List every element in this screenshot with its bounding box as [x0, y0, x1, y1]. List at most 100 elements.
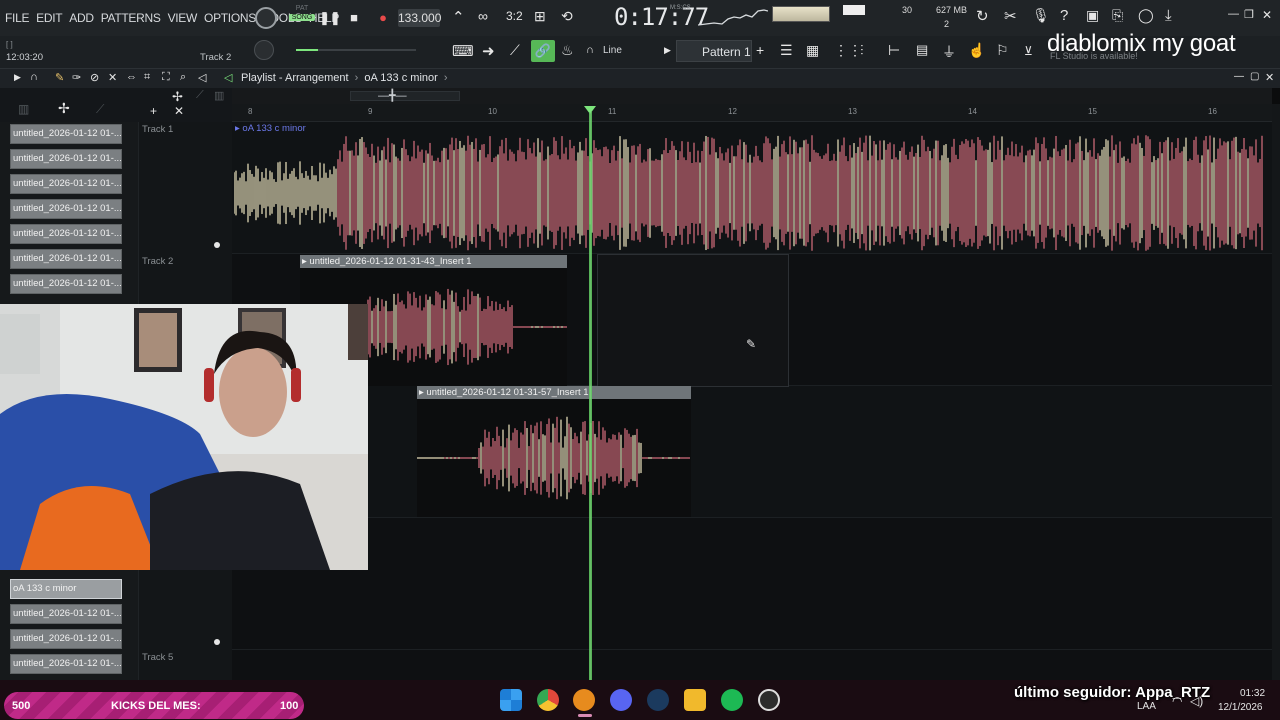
language-indicator[interactable]: LAA: [1137, 701, 1156, 712]
select-tool-icon[interactable]: ⛶: [162, 71, 170, 84]
save-icon[interactable]: ▣: [1086, 7, 1099, 24]
track-label-5[interactable]: Track 5: [142, 652, 173, 663]
playlist-menu-arrow-icon[interactable]: ▶: [14, 72, 21, 83]
stop-button[interactable]: ■: [346, 10, 362, 25]
stamp-icon[interactable]: ♨: [561, 42, 574, 59]
picker-item[interactable]: untitled_2026-01-12 01-...: [10, 199, 122, 219]
picker-item[interactable]: untitled_2026-01-12 01-...: [10, 224, 122, 244]
menu-options[interactable]: OPTIONS: [204, 11, 256, 25]
picker-item[interactable]: untitled_2026-01-12 01-...: [10, 604, 122, 624]
playlist-icon[interactable]: ☰: [780, 42, 793, 59]
track-mute-dot[interactable]: [214, 639, 220, 645]
plugin-icon[interactable]: ⏚: [942, 42, 956, 62]
breadcrumb-pattern[interactable]: oA 133 c minor: [364, 72, 437, 84]
menu-file[interactable]: FILE: [5, 11, 29, 25]
browser-tree-icon[interactable]: ⊢: [888, 42, 900, 59]
metronome-icon[interactable]: ⌃: [452, 8, 465, 26]
clip-header-insert2[interactable]: ▸ untitled_2026-01-12 01-31-57_Insert 1: [417, 386, 691, 399]
picker-item[interactable]: untitled_2026-01-12 01-...: [10, 274, 122, 294]
clip-header-main[interactable]: ▸ oA 133 c minor: [235, 123, 306, 134]
play-arrangement-icon[interactable]: ◁: [224, 71, 232, 84]
picker-item[interactable]: untitled_2026-01-12 01-...: [10, 249, 122, 269]
track-row-3[interactable]: [232, 386, 1272, 518]
delete-tool-icon[interactable]: ⊘: [90, 71, 99, 84]
menu-patterns[interactable]: PATTERNS: [101, 11, 161, 25]
chrome-icon[interactable]: [537, 689, 559, 711]
menu-edit[interactable]: EDIT: [36, 11, 62, 25]
clock-time[interactable]: 01:32: [1240, 688, 1265, 699]
picker-item[interactable]: untitled_2026-01-12 01-...: [10, 174, 122, 194]
pattern-mode-icon[interactable]: ▥: [18, 102, 29, 116]
close-icon[interactable]: ✕: [1262, 8, 1272, 22]
minimize-icon[interactable]: —: [1228, 8, 1239, 20]
mixer-icon[interactable]: ⋮⋮: [834, 42, 862, 59]
edit-curve-icon[interactable]: ⟋: [510, 42, 520, 59]
picker-item[interactable]: untitled_2026-01-12 01-...: [10, 124, 122, 144]
vertical-scroll-bar[interactable]: [1272, 104, 1280, 680]
track-label-1[interactable]: Track 1: [142, 124, 173, 135]
audio-clip-main[interactable]: [234, 134, 1264, 252]
step-edit-icon[interactable]: ⊞: [534, 8, 546, 25]
master-pitch-slider[interactable]: [296, 49, 416, 51]
playlist-close-icon[interactable]: ✕: [1265, 71, 1274, 84]
picker-item[interactable]: untitled_2026-01-12 01-...: [10, 629, 122, 649]
piano-roll-icon[interactable]: ⌨: [452, 42, 474, 60]
undo-icon[interactable]: ↻: [976, 7, 989, 25]
pat-song-toggle[interactable]: PAT SONG: [289, 5, 315, 31]
slice-tool-icon[interactable]: ⌗: [144, 71, 150, 84]
playlist-minimize-icon[interactable]: —: [1234, 71, 1244, 82]
wifi-icon[interactable]: ◠: [1172, 694, 1182, 708]
obs-icon[interactable]: [758, 689, 780, 711]
song-time[interactable]: 0:17:77: [614, 3, 709, 31]
snap-magnet-icon[interactable]: ∩: [30, 71, 38, 83]
playlist-maximize-icon[interactable]: ▢: [1250, 71, 1259, 82]
download-icon[interactable]: ⤓: [1165, 7, 1172, 24]
restore-icon[interactable]: ❐: [1244, 8, 1254, 21]
touch-icon[interactable]: ☝: [968, 42, 985, 59]
slip-tool-icon[interactable]: ⇔: [126, 71, 137, 83]
file-explorer-icon[interactable]: [684, 689, 706, 711]
play-pattern-icon[interactable]: ▶: [664, 45, 671, 56]
loop-record-icon[interactable]: ⟲: [561, 8, 573, 25]
track-edit-icon[interactable]: ⟋: [196, 89, 204, 102]
clip-header-insert1[interactable]: ▸ untitled_2026-01-12 01-31-43_Insert 1: [300, 255, 567, 268]
arrow-icon[interactable]: ➜: [482, 42, 495, 60]
zoom-tool-icon[interactable]: ⌕: [180, 71, 186, 84]
sliders-icon[interactable]: ⫶: [860, 42, 864, 59]
master-volume-knob[interactable]: [255, 7, 277, 29]
track-move-icon[interactable]: ✢: [172, 89, 183, 105]
draw-tool-icon[interactable]: ✎: [55, 71, 64, 84]
audio-mode-icon[interactable]: ✢: [58, 100, 70, 117]
tempo-display[interactable]: 133.000: [398, 9, 441, 27]
cut-icon[interactable]: ✂: [1004, 7, 1017, 25]
countdown-icon[interactable]: 3:2: [506, 9, 523, 23]
menu-view[interactable]: VIEW: [168, 11, 198, 25]
horizontal-scroll-bar[interactable]: —╋—: [232, 88, 1272, 104]
macro-icon[interactable]: ⚐: [996, 42, 1009, 59]
windows-start-icon[interactable]: [500, 689, 522, 711]
render-icon[interactable]: ⎘: [1112, 7, 1123, 24]
document-icon[interactable]: ▤: [916, 42, 928, 58]
help-icon[interactable]: ?: [1060, 7, 1068, 24]
steam-icon[interactable]: [647, 689, 669, 711]
timeline-ruler[interactable]: [232, 104, 1272, 122]
record-button[interactable]: ●: [376, 10, 390, 25]
chat-icon[interactable]: ◯: [1138, 7, 1154, 24]
volume-icon[interactable]: ◁): [1190, 694, 1203, 708]
fl-studio-icon[interactable]: [573, 689, 595, 711]
snap-select[interactable]: Line: [603, 45, 622, 56]
wait-input-icon[interactable]: ∞: [478, 8, 488, 24]
picker-item[interactable]: untitled_2026-01-12 01-...: [10, 149, 122, 169]
remove-track-icon[interactable]: ✕: [174, 104, 184, 118]
track-mute-dot[interactable]: [214, 242, 220, 248]
track-row-4[interactable]: [232, 518, 1272, 650]
pattern-selector[interactable]: Pattern 1: [676, 40, 752, 62]
track-label-2[interactable]: Track 2: [142, 256, 173, 267]
link-icon[interactable]: 🔗: [531, 40, 555, 62]
playback-tool-icon[interactable]: ◁: [198, 71, 206, 84]
picker-item-selected[interactable]: oA 133 c minor: [10, 579, 122, 599]
clock-date[interactable]: 12/1/2026: [1218, 702, 1263, 713]
magnet-icon[interactable]: ∩: [586, 44, 594, 56]
paint-tool-icon[interactable]: ✑: [72, 71, 81, 84]
menu-add[interactable]: ADD: [69, 11, 94, 25]
